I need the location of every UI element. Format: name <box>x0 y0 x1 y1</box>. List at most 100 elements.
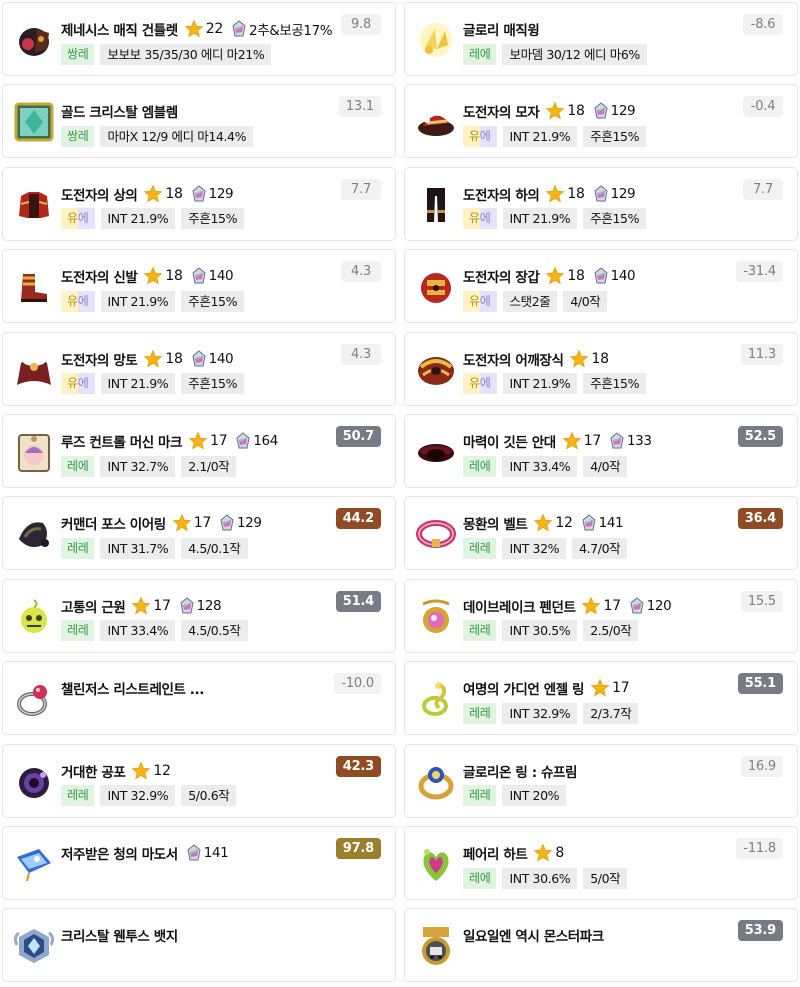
item-card[interactable]: 글로리온 링 : 슈프림 레레 INT 20% 16.9 <box>404 743 798 818</box>
item-tag-row: 레레 INT 33.4% 4.5/0.5작 <box>61 620 248 642</box>
item-name: 루즈 컨트롤 머신 마크 <box>61 435 183 451</box>
item-tag-row: 레레 INT 20% <box>463 785 567 807</box>
additional-option-icon <box>191 185 207 203</box>
score-badge: 4.3 <box>341 343 381 365</box>
star-force-icon <box>172 513 192 533</box>
item-card[interactable]: 챌린저스 리스트레인트 ... -10.0 <box>2 661 396 736</box>
star-force-icon <box>533 843 553 863</box>
option-chip: 2.5/0작 <box>583 620 639 642</box>
score-badge: -11.8 <box>736 838 783 859</box>
item-card[interactable]: 도전자의 하의 18 129 유에 INT 21.9% 주흔15% 7.7 <box>404 166 798 241</box>
score-badge: 55.1 <box>737 673 783 695</box>
option-chip: 보마뎀 30/12 에디 마6% <box>502 43 647 65</box>
item-card[interactable]: 고통의 근원 17 128 레레 INT 33.4% 4.5/0.5작 51.4 <box>2 578 396 653</box>
potential-grade-badge: 유에 <box>463 290 497 312</box>
potential-grade-secondary: 에 <box>77 293 89 308</box>
item-title-row: 도전자의 신발 18 140 <box>61 263 333 289</box>
star-force-icon <box>569 349 589 369</box>
item-name: 챌린저스 리스트레인트 ... <box>61 682 204 699</box>
star-force-count: 17 <box>193 515 212 532</box>
option-chip: 4.5/0.1작 <box>181 537 248 559</box>
potential-grade-badge: 유에 <box>61 373 95 395</box>
star-force-count: 8 <box>555 845 565 861</box>
item-title-row: 커맨더 포스 이어링 17 129 <box>61 510 333 536</box>
potential-grade-badge: 유에 <box>61 290 95 312</box>
item-title-row: 저주받은 청의 마도서 141 <box>61 840 333 866</box>
glory-wing-icon <box>414 19 458 61</box>
additional-option-value: 128 <box>196 597 222 614</box>
potential-grade-badge: 레에 <box>61 455 95 477</box>
option-chip: INT 21.9% <box>502 208 578 230</box>
star-force-count: 18 <box>567 268 585 285</box>
item-tag-row: 쌍레 보보보 35/35/30 에디 마21% <box>61 43 272 65</box>
fairy-heart-icon <box>414 843 458 885</box>
item-tag-row: 레레 INT 32.9% 2/3.7작 <box>463 702 639 724</box>
star-force-count: 12 <box>153 762 171 779</box>
item-card[interactable]: 몽환의 벨트 12 141 레레 INT 32% 4.7/0작 36.4 <box>404 496 798 571</box>
item-card[interactable]: 크리스탈 웬투스 뱃지 <box>2 908 396 983</box>
option-chip: 2/3.7작 <box>583 702 639 724</box>
potential-grade-badge: 레레 <box>463 620 497 642</box>
option-chip: 4.7/0작 <box>572 537 628 559</box>
star-force-count: 17 <box>583 433 602 449</box>
item-tag-row: 레에 보마뎀 30/12 에디 마6% <box>463 43 647 65</box>
challengers-restraint-ring-icon <box>12 678 56 720</box>
item-tag-row: 레에 INT 33.4% 4/0작 <box>463 455 628 477</box>
item-name: 제네시스 매직 건틀렛 <box>61 23 178 39</box>
potential-grade-badge: 레레 <box>463 702 497 724</box>
item-name: 도전자의 하의 <box>463 187 540 204</box>
star-force-icon <box>188 431 208 451</box>
additional-option-icon <box>593 267 609 285</box>
item-tag-row: 유에 INT 21.9% 주흔15% <box>463 125 647 147</box>
item-card[interactable]: 데이브레이크 펜던트 17 120 레레 INT 30.5% 2.5/0작 15.5 <box>404 578 798 653</box>
item-card[interactable]: 도전자의 장갑 18 140 유에 스탯2줄 4/0작 -31.4 <box>404 249 798 324</box>
score-badge: 4.3 <box>341 261 381 283</box>
star-force-icon <box>581 596 601 616</box>
challenger-hat-icon <box>414 101 458 143</box>
option-chip: INT 20% <box>502 785 567 807</box>
challenger-gloves-icon <box>414 266 458 308</box>
item-card[interactable]: 도전자의 모자 18 129 유에 INT 21.9% 주흔15% -0.4 <box>404 84 798 159</box>
star-force-icon <box>533 513 553 533</box>
item-card[interactable]: 루즈 컨트롤 머신 마크 17 164 레에 INT 32.7% 2.1/0작 50.7 <box>2 414 396 488</box>
additional-option-icon <box>231 20 247 38</box>
item-card[interactable]: 거대한 공포 12 레레 INT 32.9% 5/0.6작 42.3 <box>2 743 396 818</box>
item-card[interactable]: 일요일엔 역시 몬스터파크 53.9 <box>404 908 798 983</box>
potential-grade-badge: 유에 <box>463 373 497 395</box>
item-card[interactable]: 저주받은 청의 마도서 141 97.8 <box>2 826 396 900</box>
star-force-count: 17 <box>153 597 171 614</box>
item-title-row: 크리스탈 웬투스 뱃지 <box>61 922 333 948</box>
item-name: 일요일엔 역시 몬스터파크 <box>463 929 604 946</box>
score-badge: 7.7 <box>743 178 783 200</box>
item-card[interactable]: 도전자의 상의 18 129 유에 INT 21.9% 주흔15% 7.7 <box>2 166 396 241</box>
option-chip: INT 31.7% <box>100 537 176 559</box>
item-card[interactable]: 골드 크리스탈 엠블렘 쌍레 마마X 12/9 에디 마14.4% 13.1 <box>2 84 396 159</box>
option-chip: INT 32% <box>502 537 567 559</box>
item-card[interactable]: 도전자의 신발 18 140 유에 INT 21.9% 주흔15% 4.3 <box>2 249 396 324</box>
loose-control-machine-mark-icon <box>12 431 56 473</box>
item-title-row: 도전자의 하의 18 129 <box>463 181 735 207</box>
option-chip: INT 21.9% <box>100 290 176 312</box>
potential-grade-badge: 레레 <box>463 537 497 559</box>
item-card[interactable]: 여명의 가디언 엔젤 링 17 레레 INT 32.9% 2/3.7작 55.1 <box>404 661 798 736</box>
item-tag-row: 유에 INT 21.9% 주흔15% <box>61 290 245 312</box>
additional-option-value: 141 <box>203 845 229 861</box>
item-card[interactable]: 페어리 하트 8 레에 INT 30.6% 5/0작 -11.8 <box>404 826 798 900</box>
potential-grade-badge: 쌍레 <box>61 43 95 65</box>
item-card[interactable]: 도전자의 망토 18 140 유에 INT 21.9% 주흔15% 4.3 <box>2 331 396 406</box>
option-chip: 주흔15% <box>181 290 245 312</box>
item-title-row: 글로리 매직윙 <box>463 16 735 42</box>
score-badge: 53.9 <box>737 920 783 942</box>
item-card[interactable]: 도전자의 어깨장식 18 유에 INT 21.9% 주흔15% 11.3 <box>404 331 798 406</box>
item-tag-row: 레레 INT 30.5% 2.5/0작 <box>463 620 639 642</box>
option-chip: 주흔15% <box>181 373 245 395</box>
option-chip: INT 21.9% <box>100 208 176 230</box>
item-card[interactable]: 커맨더 포스 이어링 17 129 레레 INT 31.7% 4.5/0.1작 44.2 <box>2 496 396 571</box>
additional-option-value: 140 <box>610 268 636 285</box>
item-card[interactable]: 마력이 깃든 안대 17 133 레에 INT 33.4% 4/0작 52.5 <box>404 414 798 488</box>
item-name: 도전자의 장갑 <box>463 270 540 287</box>
potential-grade-badge: 쌍레 <box>61 125 95 147</box>
option-chip: INT 32.9% <box>100 785 176 807</box>
item-card[interactable]: 제네시스 매직 건틀렛 22 2추&보공17% 쌍레 보보보 35/35/30 에디 마… <box>2 2 396 76</box>
item-card[interactable]: 글로리 매직윙 레에 보마뎀 30/12 에디 마6% -8.6 <box>404 2 798 76</box>
